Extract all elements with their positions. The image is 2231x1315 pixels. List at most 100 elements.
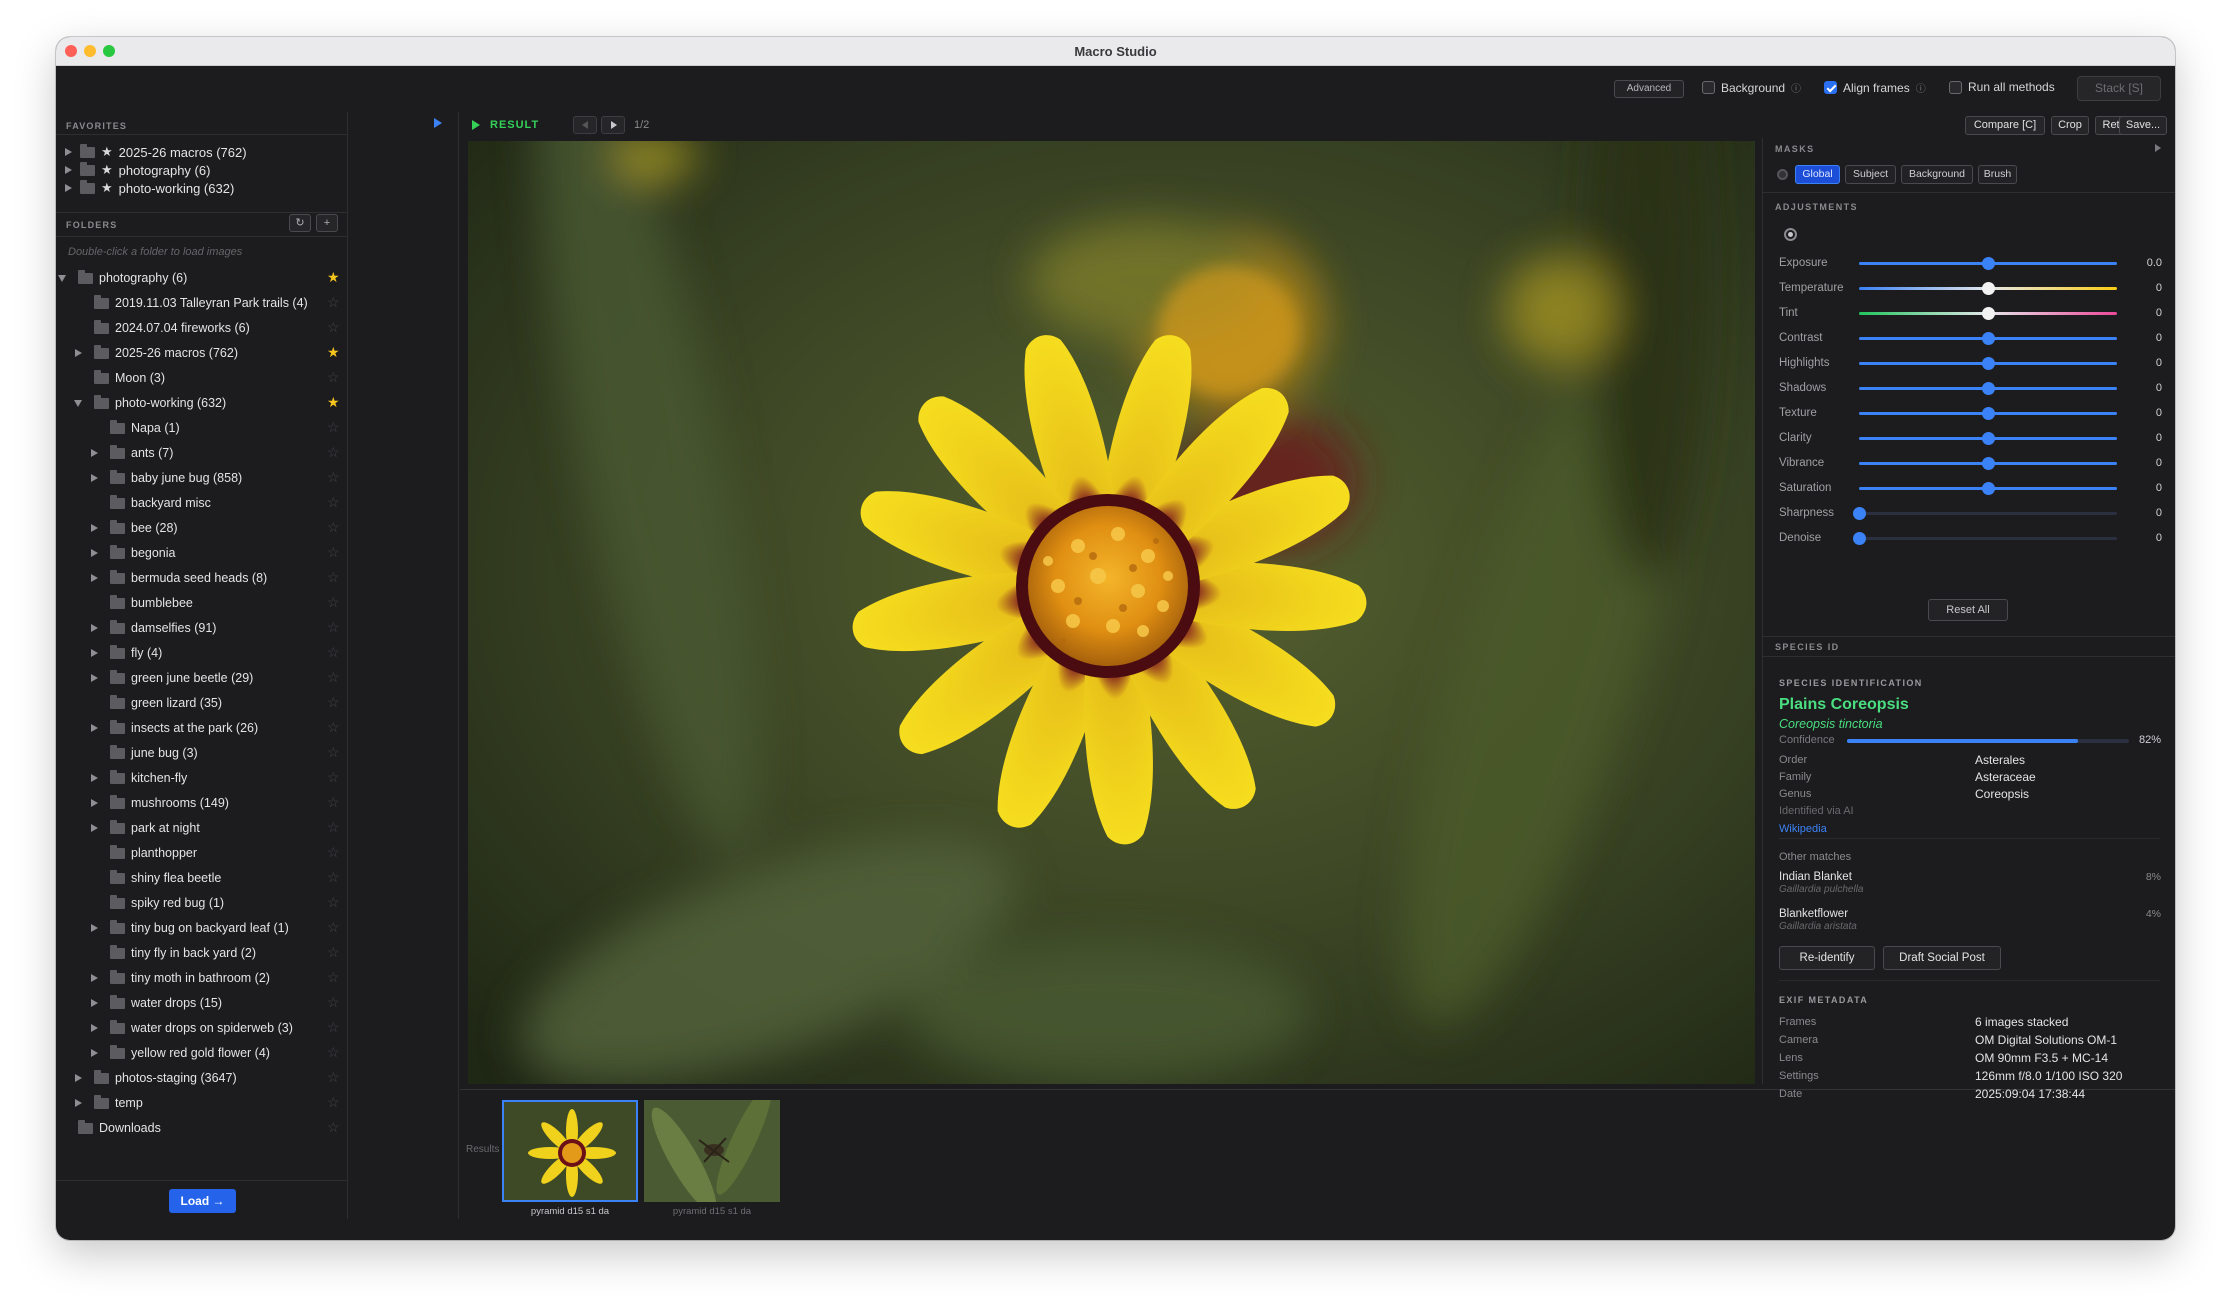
expand-arrow-icon[interactable] — [90, 573, 98, 583]
folder-tree-row[interactable]: mushrooms (149) ☆ — [56, 790, 348, 815]
slider-track[interactable] — [1859, 482, 2117, 495]
slider-track[interactable] — [1859, 257, 2117, 270]
favorite-star-icon[interactable]: ☆ — [327, 919, 340, 936]
folder-tree-row[interactable]: june bug (3) ☆ — [56, 740, 348, 765]
folder-tree-row[interactable]: damselfies (91) ☆ — [56, 615, 348, 640]
expand-arrow-icon[interactable] — [64, 165, 72, 175]
folder-tree-row[interactable]: bee (28) ☆ — [56, 515, 348, 540]
slider-track[interactable] — [1859, 432, 2117, 445]
folder-tree-row[interactable]: bermuda seed heads (8) ☆ — [56, 565, 348, 590]
slider-track[interactable] — [1859, 282, 2117, 295]
next-result-button[interactable] — [601, 116, 625, 134]
favorite-star-icon[interactable]: ☆ — [327, 994, 340, 1011]
favorite-star-icon[interactable]: ☆ — [327, 294, 340, 311]
favorite-star-icon[interactable]: ☆ — [327, 619, 340, 636]
folder-tree-row[interactable]: bumblebee ☆ — [56, 590, 348, 615]
crop-button[interactable]: Crop — [2051, 116, 2089, 135]
run-all-methods-checkbox[interactable] — [1949, 80, 1962, 94]
expand-arrow-icon[interactable] — [90, 1048, 98, 1058]
save-button[interactable]: Save... — [2119, 116, 2167, 135]
folder-tree-row[interactable]: water drops (15) ☆ — [56, 990, 348, 1015]
folder-tree-row[interactable]: photography (6) ★ — [56, 265, 348, 290]
favorite-star-icon[interactable]: ☆ — [327, 719, 340, 736]
folder-tree-row[interactable]: yellow red gold flower (4) ☆ — [56, 1040, 348, 1065]
collapse-masks-icon[interactable] — [2155, 144, 2161, 152]
favorite-star-icon[interactable]: ☆ — [327, 444, 340, 461]
favorite-star-icon[interactable]: ☆ — [327, 419, 340, 436]
favorite-star-icon[interactable]: ☆ — [327, 644, 340, 661]
folder-tree-row[interactable]: green june beetle (29) ☆ — [56, 665, 348, 690]
folder-tree-row[interactable]: photos-staging (3647) ☆ — [56, 1065, 348, 1090]
folder-tree-row[interactable]: baby june bug (858) ☆ — [56, 465, 348, 490]
refresh-folders-button[interactable]: ↻ — [289, 214, 311, 232]
expand-arrow-icon[interactable] — [90, 723, 98, 733]
folder-tree-row[interactable]: kitchen-fly ☆ — [56, 765, 348, 790]
background-checkbox-group[interactable]: Background ⓘ — [1702, 80, 1801, 95]
favorite-star-icon[interactable]: ☆ — [327, 544, 340, 561]
expand-arrow-icon[interactable] — [90, 973, 98, 983]
favorite-star-icon[interactable]: ☆ — [327, 494, 340, 511]
slider-handle[interactable] — [1982, 357, 1995, 370]
result-image[interactable] — [468, 141, 1755, 1084]
favorite-star-icon[interactable]: ☆ — [327, 794, 340, 811]
folder-tree-row[interactable]: shiny flea beetle ☆ — [56, 865, 348, 890]
favorite-star-icon[interactable]: ☆ — [327, 669, 340, 686]
folder-tree-row[interactable]: tiny fly in back yard (2) ☆ — [56, 940, 348, 965]
expand-arrow-icon[interactable] — [90, 823, 98, 833]
favorite-star-icon[interactable]: ☆ — [327, 1094, 340, 1111]
favorite-star-icon[interactable]: ☆ — [327, 1069, 340, 1086]
favorite-star-icon[interactable]: ★ — [327, 344, 340, 361]
folder-tree-row[interactable]: tiny bug on backyard leaf (1) ☆ — [56, 915, 348, 940]
favorite-star-icon[interactable]: ☆ — [327, 569, 340, 586]
folder-tree-row[interactable]: temp ☆ — [56, 1090, 348, 1115]
align-frames-checkbox[interactable] — [1824, 81, 1837, 94]
slider-handle[interactable] — [1982, 482, 1995, 495]
expand-arrow-icon[interactable] — [74, 348, 82, 358]
expand-arrow-icon[interactable] — [74, 1073, 82, 1083]
folder-tree-row[interactable]: Downloads ☆ — [56, 1115, 348, 1140]
slider-track[interactable] — [1859, 307, 2117, 320]
folder-tree-row[interactable]: green lizard (35) ☆ — [56, 690, 348, 715]
collapse-arrow-icon[interactable] — [58, 273, 66, 283]
slider-handle[interactable] — [1982, 282, 1995, 295]
result-thumbnail[interactable] — [644, 1100, 780, 1202]
folder-tree-row[interactable]: spiky red bug (1) ☆ — [56, 890, 348, 915]
expand-arrow-icon[interactable] — [64, 183, 72, 193]
expand-arrow-icon[interactable] — [90, 998, 98, 1008]
load-button[interactable]: Load → — [169, 1189, 236, 1213]
favorite-star-icon[interactable]: ☆ — [327, 319, 340, 336]
favorite-item[interactable]: ★ photo-working (632) — [64, 179, 234, 197]
add-folder-button[interactable]: + — [316, 214, 338, 232]
mask-subject-button[interactable]: Subject — [1845, 165, 1896, 184]
compare-button[interactable]: Compare [C] — [1965, 116, 2045, 135]
favorite-item[interactable]: ★ photography (6) — [64, 161, 210, 179]
slider-handle[interactable] — [1982, 307, 1995, 320]
slider-handle[interactable] — [1982, 432, 1995, 445]
expand-arrow-icon[interactable] — [90, 673, 98, 683]
expand-arrow-icon[interactable] — [90, 648, 98, 658]
mask-background-button[interactable]: Background — [1901, 165, 1973, 184]
mask-global-button[interactable]: Global — [1795, 165, 1840, 184]
favorite-star-icon[interactable]: ☆ — [327, 769, 340, 786]
expand-arrow-icon[interactable] — [90, 798, 98, 808]
adjustment-toggle-icon[interactable] — [1784, 228, 1797, 241]
expand-arrow-icon[interactable] — [90, 1023, 98, 1033]
run-all-methods-checkbox-group[interactable]: Run all methods — [1949, 80, 2055, 94]
favorite-star-icon[interactable]: ☆ — [327, 519, 340, 536]
favorite-star-icon[interactable]: ☆ — [327, 894, 340, 911]
mask-brush-button[interactable]: Brush — [1978, 165, 2017, 184]
slider-handle[interactable] — [1853, 507, 1866, 520]
favorite-star-icon[interactable]: ☆ — [327, 844, 340, 861]
slider-handle[interactable] — [1982, 332, 1995, 345]
favorite-star-icon[interactable]: ☆ — [327, 969, 340, 986]
expand-arrow-icon[interactable] — [90, 548, 98, 558]
slider-track[interactable] — [1853, 507, 2117, 520]
re-identify-button[interactable]: Re-identify — [1779, 946, 1875, 970]
favorite-star-icon[interactable]: ☆ — [327, 594, 340, 611]
slider-track[interactable] — [1859, 332, 2117, 345]
favorite-star-icon[interactable]: ★ — [327, 269, 340, 286]
mask-toggle-icon[interactable] — [1777, 169, 1788, 180]
expand-panel-icon[interactable] — [434, 118, 442, 128]
folder-tree-row[interactable]: Moon (3) ☆ — [56, 365, 348, 390]
folder-tree-row[interactable]: tiny moth in bathroom (2) ☆ — [56, 965, 348, 990]
